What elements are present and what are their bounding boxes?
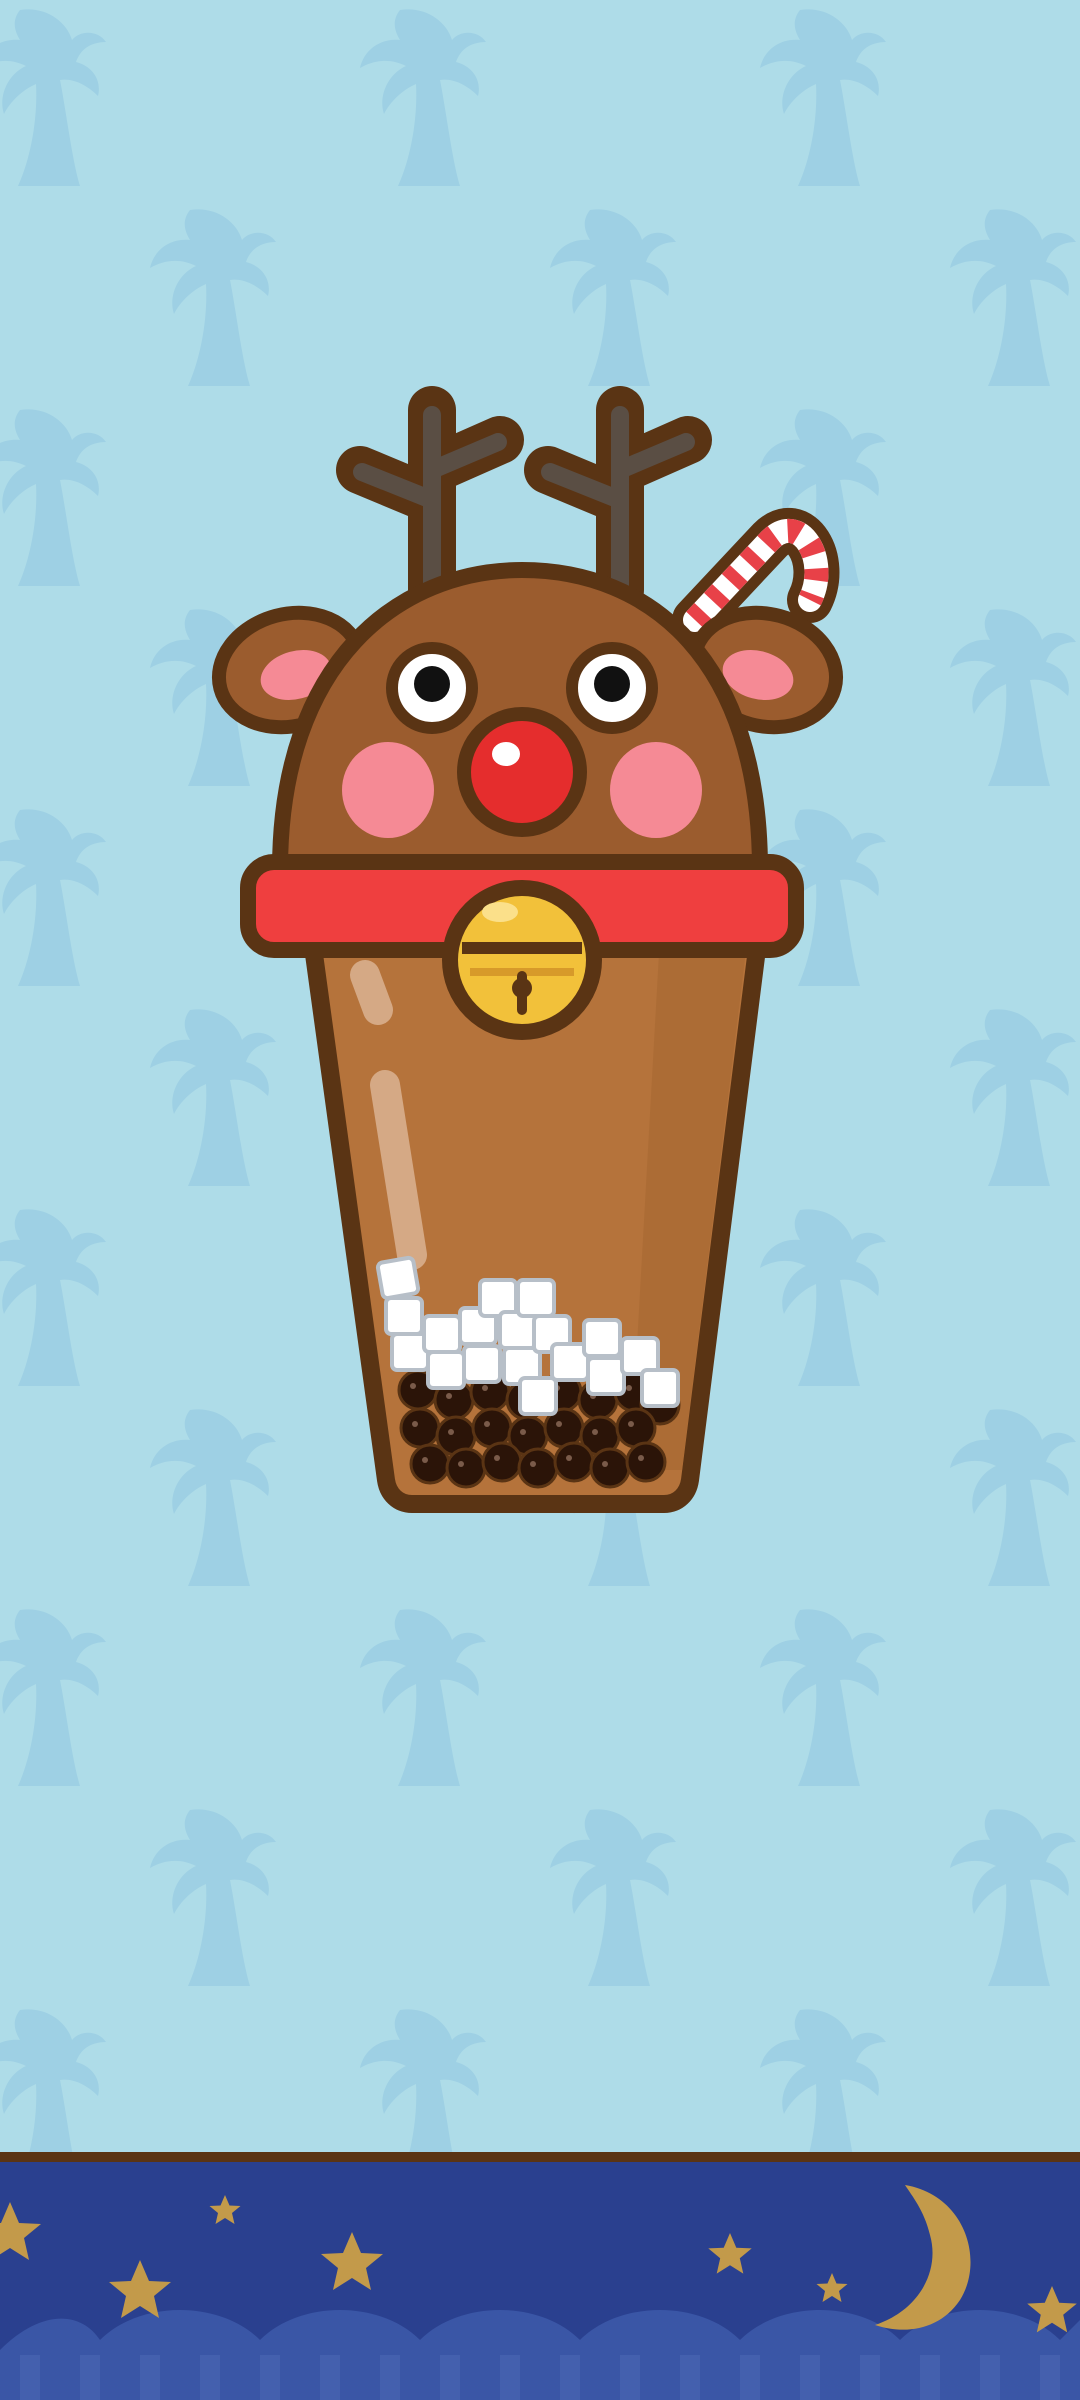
- game-scene: [0, 0, 1080, 2400]
- red-nose-icon: [457, 707, 587, 837]
- night-sky-banner: [0, 2152, 1080, 2400]
- jingle-bell-icon: [442, 880, 602, 1040]
